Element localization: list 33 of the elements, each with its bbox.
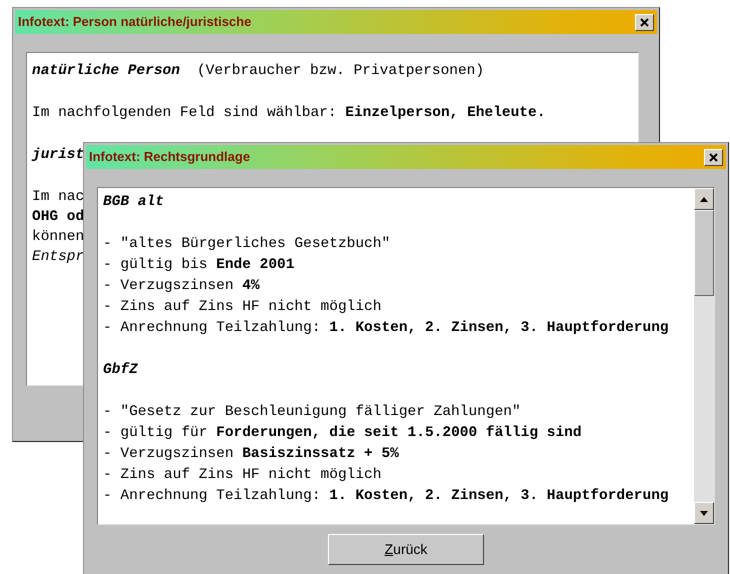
close-button[interactable] bbox=[635, 14, 654, 30]
down-arrow-icon bbox=[700, 510, 708, 516]
text-line: - Verzugszinsen 4% bbox=[103, 277, 260, 296]
text-line: - Zins auf Zins HF nicht möglich bbox=[103, 466, 382, 485]
text-line: - Zins auf Zins HF nicht möglich bbox=[103, 298, 382, 317]
section-heading: jurist bbox=[32, 146, 84, 165]
scroll-down-button[interactable] bbox=[694, 502, 714, 524]
text-line: - gültig für Forderungen, die seit 1.5.2000 fällig sind bbox=[103, 424, 582, 443]
text-line: Entspr bbox=[32, 248, 84, 267]
text-line: - Verzugszinsen Basiszinssatz + 5% bbox=[103, 445, 399, 464]
section-heading: BGB alt bbox=[103, 193, 164, 212]
scrollbar[interactable] bbox=[694, 188, 714, 524]
section-heading: natürliche Person bbox=[32, 62, 180, 81]
text-line: (Verbraucher bzw. Privatpersonen) bbox=[196, 62, 484, 81]
scroll-thumb[interactable] bbox=[694, 210, 714, 296]
text-line: OHG od bbox=[32, 208, 84, 227]
text-line: können bbox=[32, 228, 84, 247]
text-line: - "altes Bürgerliches Gesetzbuch" bbox=[103, 235, 390, 254]
close-icon bbox=[640, 18, 649, 26]
back-button[interactable]: Zurück bbox=[328, 534, 484, 565]
text-line: Im nac bbox=[32, 188, 84, 207]
close-button[interactable] bbox=[704, 148, 723, 166]
text-line: - gültig bis Ende 2001 bbox=[103, 256, 294, 275]
scroll-up-button[interactable] bbox=[694, 188, 714, 210]
text-line: - "Gesetz zur Beschleunigung fälliger Zahlungen" bbox=[103, 403, 521, 422]
window-title: Infotext: Rechtsgrundlage bbox=[89, 148, 250, 166]
window-title: Infotext: Person natürliche/juristische bbox=[18, 13, 252, 32]
up-arrow-icon bbox=[700, 196, 708, 202]
close-icon bbox=[709, 152, 718, 162]
text-line: Im nachfolgenden Feld sind wählbar: Einzelperson, Eheleute. bbox=[32, 104, 546, 123]
text-line: - Anrechnung Teilzahlung: 1. Kosten, 2. Zinsen, 3. Hauptforderung bbox=[103, 319, 669, 338]
text-line: - Anrechnung Teilzahlung: 1. Kosten, 2. Zinsen, 3. Hauptforderung bbox=[103, 487, 669, 506]
section-heading: GbfZ bbox=[103, 361, 138, 380]
